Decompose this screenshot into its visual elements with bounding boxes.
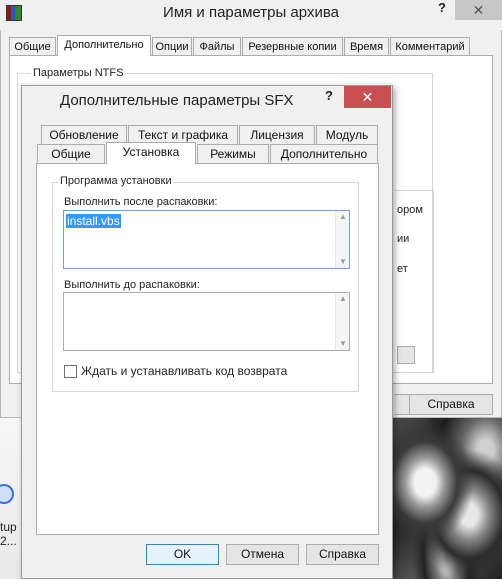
tab-sfx-general[interactable]: Общие	[37, 144, 105, 164]
tab-advanced[interactable]: Дополнительно	[57, 35, 151, 56]
wait-return-code-checkbox[interactable]	[64, 365, 77, 378]
tab-sfx-advanced[interactable]: Дополнительно	[270, 144, 378, 164]
tab-files[interactable]: Файлы	[193, 37, 241, 55]
tab-license[interactable]: Лицензия	[239, 125, 315, 145]
outer-partial-button[interactable]	[397, 346, 415, 364]
tab-general[interactable]: Общие	[9, 37, 56, 55]
scroll-up-icon[interactable]: ▲	[336, 211, 350, 223]
after-textarea-scrollbar[interactable]: ▲ ▼	[335, 211, 349, 268]
tab-backup[interactable]: Резервные копии	[242, 37, 343, 55]
scroll-down-icon[interactable]: ▼	[336, 338, 350, 350]
help-button[interactable]: Справка	[306, 544, 379, 565]
tab-module[interactable]: Модуль	[316, 125, 378, 145]
sfx-help-icon[interactable]: ?	[325, 88, 333, 103]
tab-modes[interactable]: Режимы	[197, 144, 269, 164]
wait-return-code-label[interactable]: Ждать и устанавливать код возврата	[81, 364, 287, 378]
outer-window-title: Имя и параметры архива	[163, 4, 339, 21]
run-after-extraction-value[interactable]: install.vbs	[66, 214, 121, 228]
desktop-icon-label-line2: 2...	[0, 534, 17, 548]
ok-button[interactable]: OK	[146, 544, 219, 565]
tab-setup[interactable]: Установка	[106, 142, 196, 164]
tab-comment[interactable]: Комментарий	[390, 37, 470, 55]
desktop-icon-label: tup 2...	[0, 520, 17, 548]
setup-program-group-label: Программа установки	[58, 175, 174, 187]
cancel-button[interactable]: Отмена	[226, 544, 299, 565]
scroll-up-icon[interactable]: ▲	[336, 293, 350, 305]
sfx-dialog-title: Дополнительные параметры SFX	[60, 92, 294, 109]
outer-close-button[interactable]: ✕	[455, 0, 502, 20]
run-before-extraction-label: Выполнить до распаковки:	[64, 279, 200, 291]
tab-options[interactable]: Опции	[152, 37, 192, 55]
before-textarea-scrollbar[interactable]: ▲ ▼	[335, 293, 349, 350]
outer-clipped-text-3: ет	[397, 263, 408, 275]
outer-help-button[interactable]: Справка	[409, 394, 493, 415]
sfx-close-button[interactable]: ✕	[344, 86, 391, 108]
outer-clipped-text-1: ором	[397, 204, 423, 216]
outer-clipped-text-2: ии	[397, 233, 410, 245]
outer-help-icon[interactable]: ?	[435, 0, 449, 15]
ntfs-group-label: Параметры NTFS	[31, 67, 126, 79]
run-before-extraction-textarea[interactable]	[63, 292, 350, 351]
run-after-extraction-label: Выполнить после распаковки:	[64, 196, 218, 208]
scroll-down-icon[interactable]: ▼	[336, 256, 350, 268]
tab-time[interactable]: Время	[344, 37, 389, 55]
desktop-icon-label-line1: tup	[0, 520, 17, 534]
desktop-wallpaper-image	[392, 418, 502, 579]
